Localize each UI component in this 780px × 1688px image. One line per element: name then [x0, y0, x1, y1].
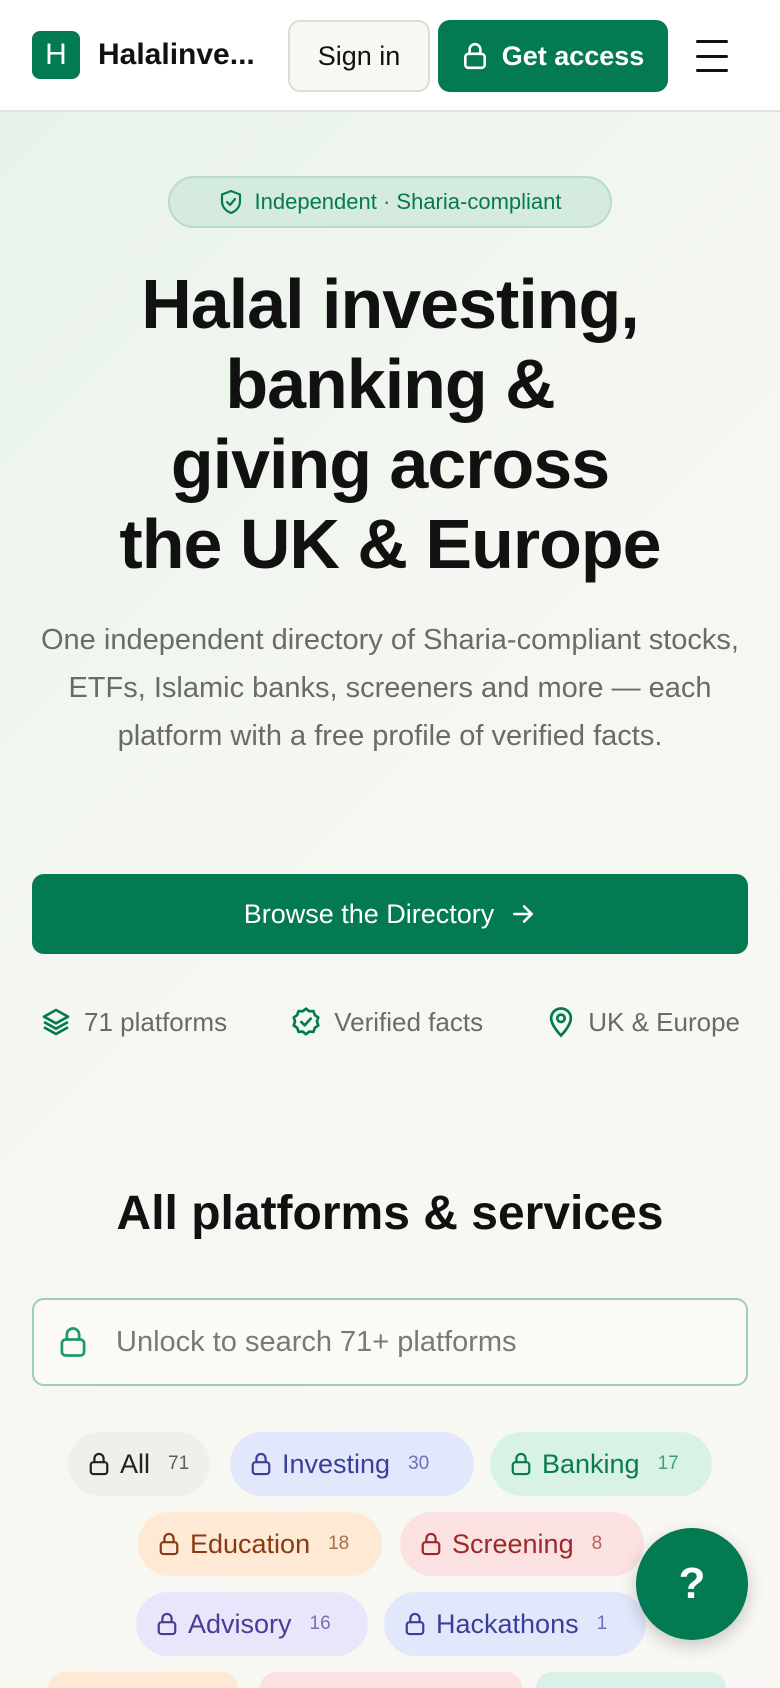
chip-count: 8 [591, 1533, 603, 1554]
chip-label: Education [190, 1528, 311, 1559]
category-chip-banking[interactable]: Banking 17 [490, 1432, 712, 1496]
hero-badge: Independent · Sharia-compliant [168, 176, 612, 228]
chip-label: Investing [282, 1448, 391, 1479]
platform-search-input[interactable]: Unlock to search 71+ platforms [32, 1298, 748, 1386]
arrow-right-icon [513, 905, 534, 923]
browse-directory-button[interactable]: Browse the Directory [32, 874, 748, 954]
lock-icon [463, 42, 486, 70]
chip-label: Banking [542, 1448, 640, 1479]
category-chip-hackathons[interactable]: Hackathons 1 [384, 1592, 646, 1656]
lock-icon [157, 1612, 177, 1636]
chip-label: Screening [452, 1528, 574, 1559]
sign-in-button[interactable]: Sign in [288, 20, 430, 92]
hero-title: Halal investing, banking & giving across… [40, 264, 740, 584]
category-chip-investing[interactable]: Investing 30 [230, 1432, 474, 1496]
category-chip-advisory[interactable]: Advisory 16 [136, 1592, 368, 1656]
layers-icon [42, 1008, 70, 1036]
lock-icon [89, 1452, 109, 1476]
stat-label: 71 platforms [84, 1006, 228, 1037]
chip-count: 1 [596, 1613, 608, 1634]
brand-name[interactable]: Halalinve... [98, 38, 258, 72]
chip-count: 30 [408, 1453, 430, 1474]
stat-platforms: 71 platforms [40, 1006, 227, 1038]
category-chip-partial[interactable] [260, 1672, 522, 1688]
chip-label: Hackathons [436, 1608, 579, 1639]
lock-icon [60, 1327, 86, 1357]
lock-icon [159, 1532, 179, 1556]
lock-icon [405, 1612, 425, 1636]
chip-label: All [120, 1448, 151, 1479]
stat-region: UK & Europe [546, 1006, 740, 1038]
category-chip-screening[interactable]: Screening 8 [400, 1512, 644, 1576]
hero-title-line: banking & [225, 345, 555, 423]
hero-subtitle: One independent directory of Sharia-comp… [41, 624, 739, 752]
platforms-section-title: All platforms & services [116, 1187, 664, 1240]
hero-badge-label: Independent · Sharia-compliant [254, 189, 562, 214]
category-chip-education[interactable]: Education 18 [138, 1512, 382, 1576]
stat-label: Verified facts [334, 1006, 484, 1037]
logo-mark[interactable]: H [32, 31, 80, 79]
search-placeholder: Unlock to search 71+ platforms [116, 1325, 517, 1358]
map-pin-icon [550, 1007, 573, 1038]
hero-stats: 71 platforms Verified facts UK & Europe [40, 1002, 740, 1042]
hero-title-line: giving across [170, 425, 610, 503]
verified-badge-icon [292, 1007, 320, 1036]
lock-icon [421, 1532, 441, 1556]
chip-count: 17 [657, 1453, 679, 1474]
shield-check-icon [220, 189, 241, 215]
chip-count: 71 [168, 1453, 190, 1474]
browse-directory-label: Browse the Directory [243, 898, 495, 929]
stat-label: UK & Europe [588, 1006, 740, 1037]
lock-icon [511, 1452, 531, 1476]
help-button[interactable]: ? [636, 1528, 748, 1640]
chip-count: 18 [328, 1533, 350, 1554]
category-chip-all[interactable]: All 71 [68, 1432, 210, 1496]
stat-verified: Verified facts [290, 1006, 483, 1038]
get-access-label: Get access [501, 40, 645, 71]
hamburger-menu-icon[interactable] [692, 36, 732, 76]
hero-title-line: the UK & Europe [119, 505, 661, 583]
chip-label: Advisory [188, 1608, 292, 1639]
category-chip-partial[interactable] [536, 1672, 726, 1688]
site-header: H Halalinve... Sign in Get access [0, 0, 780, 112]
lock-icon [251, 1452, 271, 1476]
hero-title-line: Halal investing, [141, 265, 639, 343]
get-access-button[interactable]: Get access [438, 20, 668, 92]
chip-count: 16 [309, 1613, 331, 1634]
category-chip-partial[interactable] [48, 1672, 238, 1688]
